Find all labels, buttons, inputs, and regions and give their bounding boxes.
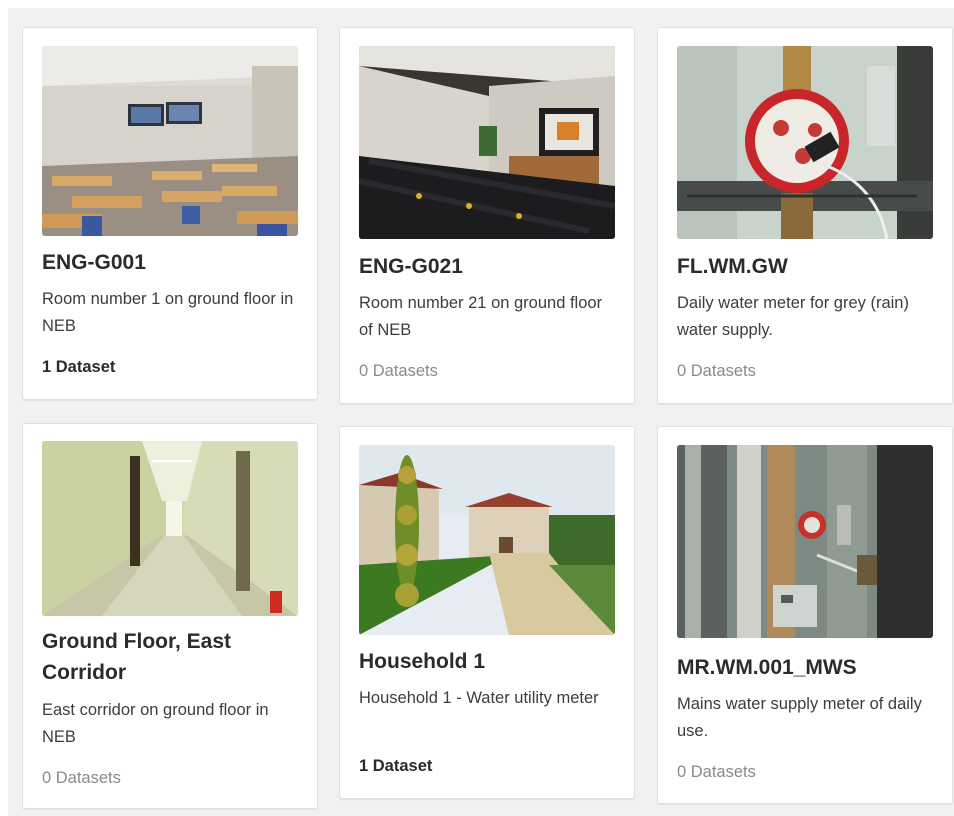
- classroom-photo: [42, 46, 298, 236]
- card-ground-floor-east-corridor[interactable]: Ground Floor, East Corridor East corrido…: [22, 423, 318, 809]
- card-title[interactable]: Ground Floor, East Corridor: [42, 626, 303, 688]
- card-description: Room number 1 on ground floor in NEB: [42, 290, 294, 335]
- card-description: Room number 21 on ground floor of NEB: [359, 294, 603, 339]
- card-eng-g021[interactable]: ENG-G021 Room number 21 on ground floor …: [339, 27, 635, 404]
- house-photo: [359, 445, 615, 635]
- card-description: Household 1 - Water utility meter: [359, 689, 599, 707]
- lecture-hall-photo: [359, 46, 615, 239]
- card-title[interactable]: ENG-G001: [42, 247, 303, 278]
- dataset-count[interactable]: 0 Datasets: [677, 761, 756, 783]
- card-description: Daily water meter for grey (rain) water …: [677, 294, 909, 339]
- card-description: Mains water supply meter of daily use.: [677, 695, 922, 740]
- card-title[interactable]: Household 1: [359, 646, 620, 677]
- dataset-count[interactable]: 1 Dataset: [42, 356, 115, 378]
- card-title[interactable]: MR.WM.001_MWS: [677, 652, 938, 683]
- card-title[interactable]: FL.WM.GW: [677, 251, 938, 282]
- card-household-1[interactable]: Household 1 Household 1 - Water utility …: [339, 426, 635, 799]
- dataset-count[interactable]: 0 Datasets: [359, 360, 438, 382]
- dataset-count[interactable]: 1 Dataset: [359, 755, 432, 777]
- dataset-count[interactable]: 0 Datasets: [42, 767, 121, 789]
- corridor-photo: [42, 441, 298, 616]
- card-eng-g001[interactable]: ENG-G001 Room number 1 on ground floor i…: [22, 27, 318, 400]
- card-description: East corridor on ground floor in NEB: [42, 701, 269, 746]
- card-mr-wm-001-mws[interactable]: MR.WM.001_MWS Mains water supply meter o…: [657, 426, 953, 804]
- water-meter-photo: [677, 46, 933, 239]
- pipes-meter-photo: [677, 445, 933, 638]
- card-title[interactable]: ENG-G021: [359, 251, 620, 282]
- card-fl-wm-gw[interactable]: FL.WM.GW Daily water meter for grey (rai…: [657, 27, 953, 404]
- dataset-count[interactable]: 0 Datasets: [677, 360, 756, 382]
